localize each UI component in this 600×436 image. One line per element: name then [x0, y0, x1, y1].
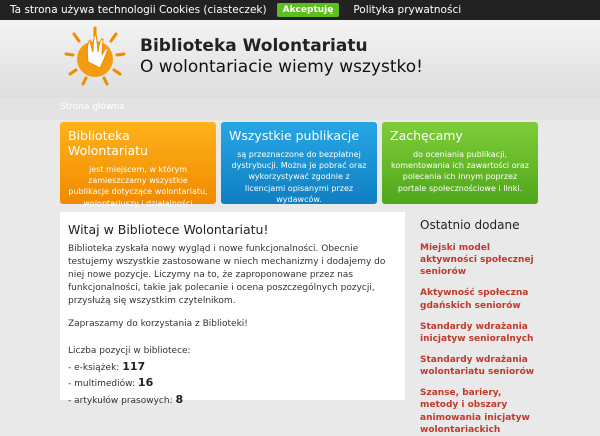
recently-added-sidebar: Ostatnio dodane Miejski model aktywności…	[414, 212, 538, 435]
accept-cookies-button[interactable]: Akceptuję	[276, 3, 340, 17]
recent-item-link[interactable]: Miejski model aktywności społecznej seni…	[420, 242, 538, 278]
welcome-invite: Zapraszamy do korzystania z Biblioteki!	[68, 319, 248, 330]
nav-home-link[interactable]: Strona główna	[60, 102, 125, 112]
recent-item-link[interactable]: Standardy wdrażania wolontariatu senioró…	[420, 354, 538, 378]
stat-row: - multimediów: 16	[68, 375, 397, 392]
stat-value: 8	[175, 392, 184, 406]
feature-box-title: Zachęcamy	[390, 128, 463, 143]
library-stats: Liczba pozycji w bibliotece: - e-książek…	[68, 345, 397, 408]
site-tagline: O wolontariacie wiemy wszystko!	[140, 57, 423, 77]
site-header: Biblioteka Wolontariatu O wolontariacie …	[0, 20, 600, 98]
site-title[interactable]: Biblioteka Wolontariatu	[140, 36, 368, 56]
stat-label: - e-książek:	[68, 362, 120, 373]
feature-box-title: Wszystkie publikacje	[229, 128, 360, 143]
recent-item-link[interactable]: Aktywność społeczna gdańskich seniorów	[420, 287, 538, 311]
privacy-policy-link[interactable]: Polityka prywatności	[353, 4, 461, 16]
main-nav: Strona główna	[0, 98, 600, 120]
recent-item-link[interactable]: Szanse, bariery, metody i obszary animow…	[420, 387, 538, 436]
cookie-text: Ta strona używa technologii Cookies (cia…	[10, 4, 267, 16]
recent-item-link[interactable]: Standardy wdrażania inicjatyw senioralny…	[420, 321, 538, 345]
stat-value: 16	[137, 376, 154, 390]
feature-box-publications[interactable]: Wszystkie publikacje są przeznaczone do …	[221, 122, 377, 204]
feature-box-encourage[interactable]: Zachęcamy do oceniania publikacji, komen…	[382, 122, 538, 204]
feature-box-library[interactable]: Biblioteka Wolontariatu jest miejscem, w…	[60, 122, 216, 219]
cookie-bar: Ta strona używa technologii Cookies (cia…	[0, 0, 600, 20]
stat-row: - artykułów prasowych: 8	[68, 392, 397, 409]
stats-title: Liczba pozycji w bibliotece:	[68, 346, 191, 357]
sidebar-title: Ostatnio dodane	[420, 218, 520, 232]
welcome-title: Witaj w Bibliotece Wolontariatu!	[68, 222, 269, 237]
feature-box-title: Biblioteka Wolontariatu	[68, 128, 148, 158]
welcome-intro: Biblioteka zyskała nowy wygląd i nowe fu…	[68, 244, 386, 307]
feature-box-text: są przeznaczone do bezpłatnej dystrybucj…	[231, 150, 367, 204]
feature-boxes: Biblioteka Wolontariatu jest miejscem, w…	[60, 122, 538, 219]
stat-value: 117	[122, 359, 146, 373]
feature-box-text: do oceniania publikacji, komentowania ic…	[391, 150, 529, 193]
hand-sun-logo-icon[interactable]	[60, 22, 130, 92]
stat-label: - multimediów:	[68, 379, 136, 390]
stat-label: - artykułów prasowych:	[68, 395, 173, 406]
stat-row: - e-książek: 117	[68, 359, 397, 376]
welcome-panel: Witaj w Bibliotece Wolontariatu! Bibliot…	[60, 212, 405, 406]
